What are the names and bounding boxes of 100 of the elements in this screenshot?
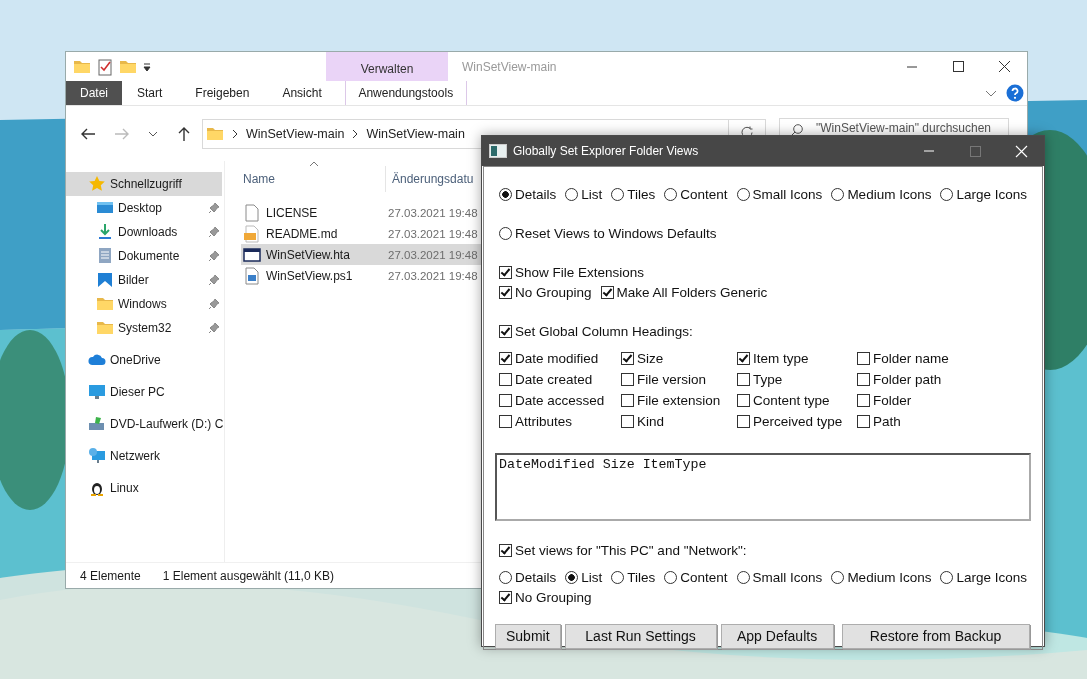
radio-button[interactable] <box>499 570 512 584</box>
markdown-file-icon <box>243 224 261 243</box>
checkbox[interactable] <box>499 590 512 604</box>
sidebar-item[interactable]: DVD-Laufwerk (D:) C <box>66 412 224 436</box>
option-label: Large Icons <box>956 569 1027 585</box>
download-arrow-icon <box>96 223 114 241</box>
radio-button[interactable] <box>664 570 678 584</box>
checkbox[interactable] <box>621 415 634 428</box>
sidebar-item[interactable]: Downloads <box>66 220 224 244</box>
properties-icon[interactable] <box>96 57 114 76</box>
sort-caret-icon <box>309 161 319 167</box>
sidebar-item[interactable]: System32 <box>66 316 224 340</box>
checkbox[interactable] <box>499 265 512 279</box>
option-label: Set Global Column Headings: <box>515 323 693 339</box>
pin-icon <box>208 250 220 262</box>
drive-icon <box>88 415 106 433</box>
option-label: Attributes <box>515 414 573 429</box>
sidebar-item[interactable]: Linux <box>66 476 224 500</box>
option-label: Reset Views to Windows Defaults <box>515 225 717 241</box>
sidebar-item[interactable]: OneDrive <box>66 348 224 372</box>
help-icon[interactable] <box>1006 84 1024 102</box>
checkbox[interactable] <box>499 285 512 299</box>
sidebar-item[interactable]: Dieser PC <box>66 380 224 404</box>
dialog-button[interactable]: Submit <box>495 623 561 649</box>
checkbox[interactable] <box>499 543 512 557</box>
radio-button[interactable] <box>831 187 845 201</box>
dialog-button[interactable]: Restore from Backup <box>841 623 1030 649</box>
network-monitor-icon <box>88 447 106 465</box>
dialog-button[interactable]: App Defaults <box>720 623 834 649</box>
checkbox[interactable] <box>499 394 512 407</box>
checkbox[interactable] <box>857 352 870 365</box>
option-label: Small Icons <box>752 186 823 202</box>
checkbox[interactable] <box>737 415 750 428</box>
radio-button[interactable] <box>499 187 512 201</box>
option-label: Folder path <box>873 372 942 387</box>
checkbox[interactable] <box>857 394 870 407</box>
sidebar-item[interactable]: Desktop <box>66 196 224 220</box>
checkbox[interactable] <box>737 394 750 407</box>
option-label: Tiles <box>627 186 656 202</box>
radio-button[interactable] <box>736 570 750 584</box>
up-arrow-icon[interactable] <box>176 125 192 142</box>
radio-button[interactable] <box>736 187 750 201</box>
radio-button[interactable] <box>611 570 625 584</box>
ribbon-tab[interactable]: Start <box>122 81 178 105</box>
file-name: README.md <box>266 226 338 241</box>
checkbox[interactable] <box>621 373 634 386</box>
sidebar-item[interactable]: Dokumente <box>66 244 224 268</box>
checkbox[interactable] <box>857 415 870 428</box>
checkbox[interactable] <box>621 352 634 365</box>
chevron-right-icon <box>351 128 360 139</box>
option-label: Medium Icons <box>847 186 932 202</box>
radio-button[interactable] <box>940 187 954 201</box>
checkbox[interactable] <box>737 373 750 386</box>
checkbox[interactable] <box>499 415 512 428</box>
monitor-icon <box>88 383 106 401</box>
sidebar-item[interactable]: Windows <box>66 292 224 316</box>
checkbox[interactable] <box>499 373 512 386</box>
ribbon-tab[interactable]: Anwendungstools <box>344 81 467 105</box>
checkbox[interactable] <box>737 352 750 365</box>
sidebar-item[interactable]: Schnellzugriff <box>66 172 222 196</box>
dialog-button[interactable]: Last Run Settings <box>564 623 717 649</box>
ribbon-tab[interactable]: Datei <box>66 81 122 105</box>
option-label: Large Icons <box>956 186 1027 202</box>
text-area[interactable]: DateModified Size ItemType <box>495 453 1031 521</box>
folder-icon <box>96 295 114 313</box>
breadcrumb[interactable]: WinSetView-main <box>246 126 345 141</box>
checkbox[interactable] <box>499 352 512 365</box>
radio-button[interactable] <box>565 570 579 584</box>
option-label: Perceived type <box>753 414 843 429</box>
checkbox[interactable] <box>600 285 614 299</box>
option-label: Size <box>637 351 664 366</box>
radio-button[interactable] <box>831 570 845 584</box>
sidebar-item[interactable]: Bilder <box>66 268 224 292</box>
radio-button[interactable] <box>565 187 579 201</box>
file-name: WinSetView.ps1 <box>266 268 353 283</box>
sidebar-item[interactable]: Netzwerk <box>66 444 224 468</box>
star-icon <box>88 175 106 193</box>
option-label: Folder <box>873 393 912 408</box>
ribbon-tab[interactable]: Freigeben <box>177 81 268 105</box>
option-label: No Grouping <box>515 284 592 300</box>
pin-icon <box>208 322 220 334</box>
document-icon <box>96 247 114 265</box>
radio-button[interactable] <box>664 187 678 201</box>
breadcrumb[interactable]: WinSetView-main <box>366 126 465 141</box>
checkbox[interactable] <box>499 324 512 338</box>
radio-button[interactable] <box>611 187 625 201</box>
checkbox[interactable] <box>621 394 634 407</box>
ribbon-tab[interactable]: Ansicht <box>267 81 337 105</box>
option-label: Content <box>680 186 728 202</box>
option-label: Folder name <box>873 351 949 366</box>
option-label: Item type <box>753 351 809 366</box>
checkbox[interactable] <box>857 373 870 386</box>
radio-button[interactable] <box>499 226 512 240</box>
option-label: Content <box>680 569 728 585</box>
option-label: File version <box>637 372 707 387</box>
column-header[interactable]: Änderungsdatu <box>386 172 474 186</box>
column-header[interactable]: Name <box>241 166 386 192</box>
radio-button[interactable] <box>940 570 954 584</box>
option-label: List <box>581 569 603 585</box>
option-label: Set views for "This PC" and "Network": <box>515 542 747 558</box>
